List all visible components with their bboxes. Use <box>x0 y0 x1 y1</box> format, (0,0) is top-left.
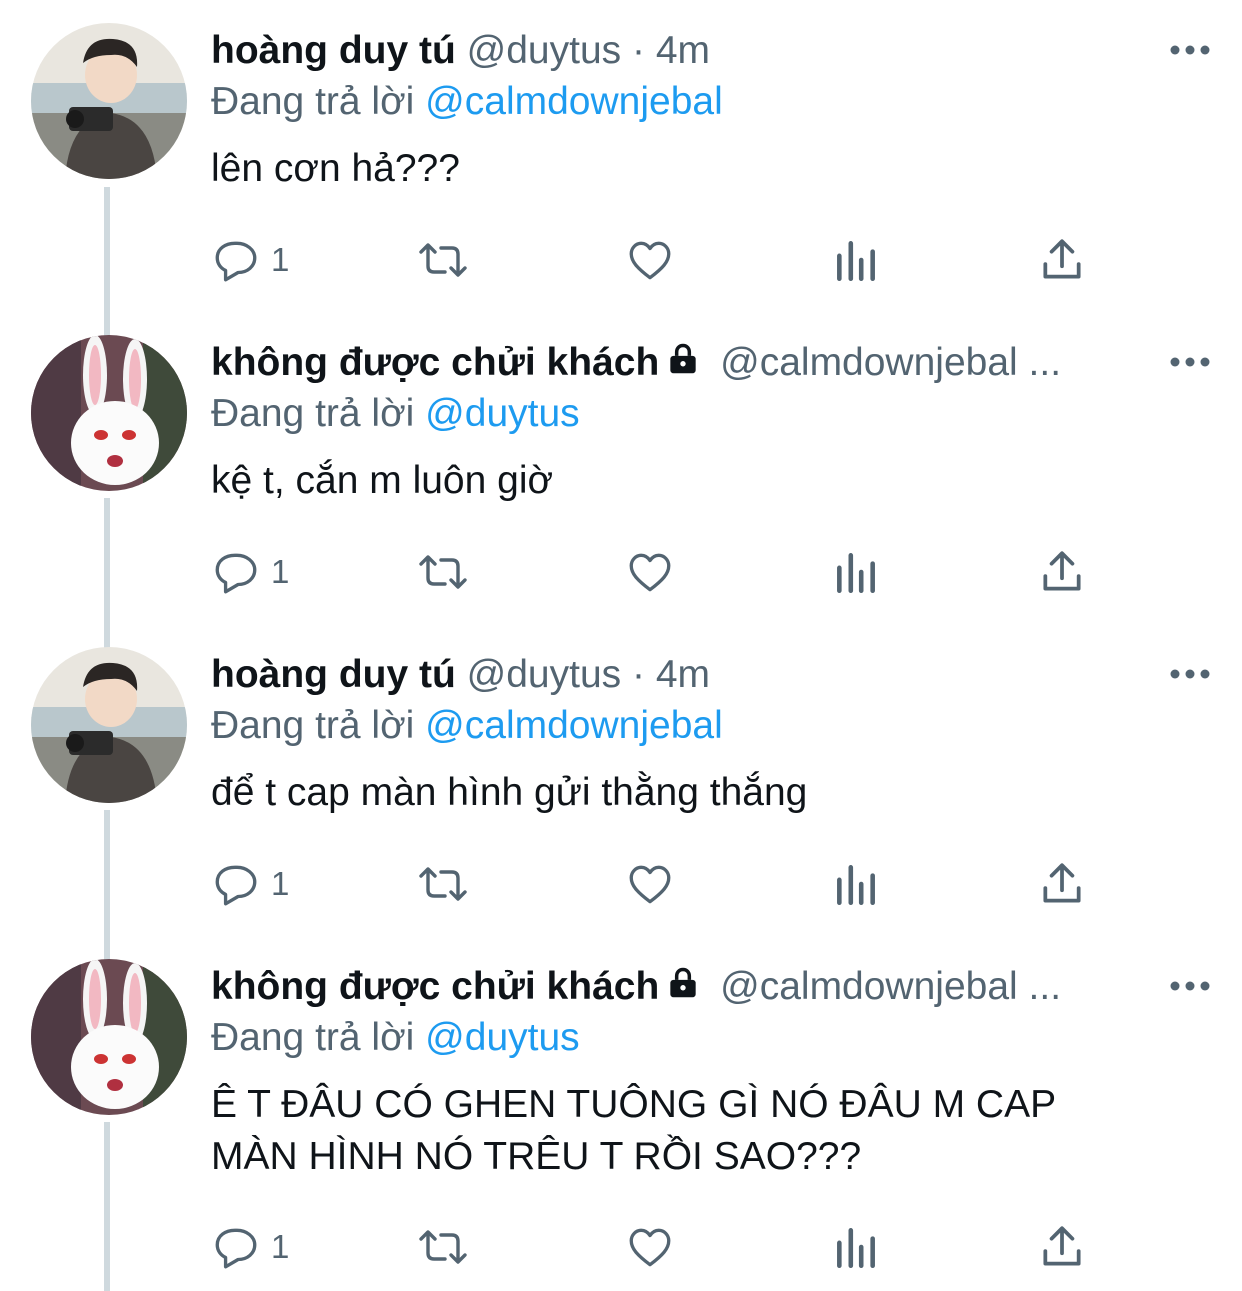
timestamp[interactable]: 4m <box>656 29 710 72</box>
speech-bubble-icon <box>215 241 257 282</box>
like-button[interactable] <box>625 230 675 290</box>
reply-button[interactable]: 1 <box>211 542 289 602</box>
share-button[interactable] <box>1037 230 1087 290</box>
replying-to-label: Đang trả lời <box>211 80 415 123</box>
analytics-button[interactable] <box>831 1217 881 1277</box>
retweet-icon <box>419 243 467 277</box>
speech-bubble-icon <box>215 865 257 906</box>
avatar[interactable] <box>31 23 187 179</box>
reply-button[interactable]: 1 <box>211 230 289 290</box>
reply-count: 1 <box>271 553 290 590</box>
more-dots-icon[interactable] <box>1168 342 1212 382</box>
share-upload-icon <box>1043 239 1081 279</box>
heart-icon <box>629 241 671 280</box>
bar-chart-icon <box>837 553 875 594</box>
reply-count: 1 <box>271 865 290 902</box>
mention-link[interactable]: @calmdownjebal <box>425 80 723 123</box>
more-dots-icon[interactable] <box>1168 966 1212 1006</box>
tweet-header: không được chửi khách @calmdownjebal ... <box>211 338 1082 388</box>
tweet[interactable]: không được chửi khách @calmdownjebal ...… <box>0 936 1242 1291</box>
speech-bubble-icon <box>215 553 257 594</box>
retweet-icon <box>419 1230 467 1264</box>
username[interactable]: @duytus <box>467 29 622 72</box>
username[interactable]: @duytus <box>467 653 622 696</box>
username[interactable]: @calmdownjebal ... <box>720 965 1061 1008</box>
reply-count: 1 <box>271 1228 290 1265</box>
replying-to: Đang trả lời @calmdownjebal <box>211 700 723 752</box>
more-dots-icon[interactable] <box>1168 654 1212 694</box>
like-button[interactable] <box>625 854 675 914</box>
analytics-button[interactable] <box>831 542 881 602</box>
tweet-text: lên cơn hả??? <box>211 147 460 190</box>
display-name[interactable]: không được chửi khách <box>211 341 659 384</box>
replying-to-label: Đang trả lời <box>211 1016 415 1059</box>
share-button[interactable] <box>1037 1217 1087 1277</box>
tweet-text: để t cap màn hình gửi thằng thắng <box>211 771 808 814</box>
tweet-header: hoàng duy tú @duytus · 4m <box>211 650 1082 700</box>
tweet-text: Ê T ĐÂU CÓ GHEN TUÔNG GÌ NÓ ĐÂU M CAP MÀ… <box>211 1083 1056 1178</box>
mention-link[interactable]: @duytus <box>425 392 580 435</box>
reply-count: 1 <box>271 241 290 278</box>
share-button[interactable] <box>1037 542 1087 602</box>
heart-icon <box>629 865 671 904</box>
bar-chart-icon <box>837 865 875 906</box>
lock-icon <box>670 343 696 374</box>
action-bar: 1 <box>211 1217 1111 1277</box>
avatar[interactable] <box>31 959 187 1115</box>
analytics-button[interactable] <box>831 230 881 290</box>
retweet-icon <box>419 555 467 589</box>
retweet-button[interactable] <box>415 542 471 602</box>
reply-button[interactable]: 1 <box>211 1217 289 1277</box>
retweet-button[interactable] <box>415 854 471 914</box>
like-button[interactable] <box>625 1217 675 1277</box>
separator-dot: · <box>632 653 645 696</box>
display-name[interactable]: không được chửi khách <box>211 965 659 1008</box>
action-bar: 1 <box>211 230 1111 290</box>
display-name[interactable]: hoàng duy tú <box>211 29 456 72</box>
share-upload-icon <box>1043 1226 1081 1266</box>
bar-chart-icon <box>837 241 875 282</box>
replying-to-label: Đang trả lời <box>211 704 415 747</box>
retweet-button[interactable] <box>415 1217 471 1277</box>
action-bar: 1 <box>211 854 1111 914</box>
reply-button[interactable]: 1 <box>211 854 289 914</box>
display-name[interactable]: hoàng duy tú <box>211 653 456 696</box>
retweet-button[interactable] <box>415 230 471 290</box>
username[interactable]: @calmdownjebal ... <box>720 341 1061 384</box>
mention-link[interactable]: @calmdownjebal <box>425 704 723 747</box>
lock-icon <box>670 967 696 998</box>
separator-dot: · <box>632 29 645 72</box>
bar-chart-icon <box>837 1228 875 1269</box>
share-upload-icon <box>1043 863 1081 903</box>
heart-icon <box>629 1228 671 1267</box>
retweet-icon <box>419 867 467 901</box>
heart-icon <box>629 553 671 592</box>
share-upload-icon <box>1043 551 1081 591</box>
action-bar: 1 <box>211 542 1111 602</box>
tweet-text: kệ t, cắn m luôn giờ <box>211 459 554 502</box>
avatar[interactable] <box>31 335 187 491</box>
speech-bubble-icon <box>215 1228 257 1269</box>
tweet-header: hoàng duy tú @duytus · 4m <box>211 26 1082 76</box>
analytics-button[interactable] <box>831 854 881 914</box>
like-button[interactable] <box>625 542 675 602</box>
replying-to-label: Đang trả lời <box>211 392 415 435</box>
avatar[interactable] <box>31 647 187 803</box>
replying-to: Đang trả lời @duytus <box>211 1012 580 1064</box>
tweet[interactable]: hoàng duy tú @duytus · 4m Đang trả lời @… <box>0 0 1242 310</box>
tweet[interactable]: không được chửi khách @calmdownjebal ...… <box>0 312 1242 622</box>
share-button[interactable] <box>1037 854 1087 914</box>
mention-link[interactable]: @duytus <box>425 1016 580 1059</box>
timestamp[interactable]: 4m <box>656 653 710 696</box>
more-dots-icon[interactable] <box>1168 30 1212 70</box>
tweet[interactable]: hoàng duy tú @duytus · 4m Đang trả lời @… <box>0 624 1242 934</box>
replying-to: Đang trả lời @calmdownjebal <box>211 76 723 128</box>
tweet-header: không được chửi khách @calmdownjebal ... <box>211 962 1082 1012</box>
replying-to: Đang trả lời @duytus <box>211 388 580 440</box>
